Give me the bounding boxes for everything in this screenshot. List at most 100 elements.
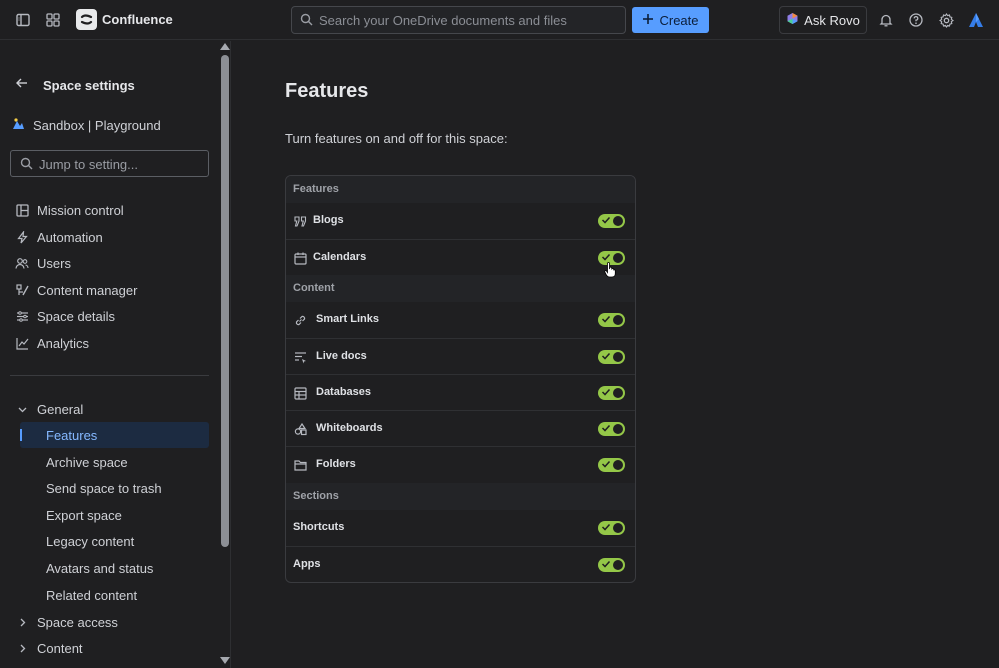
arrow-left-icon: [15, 76, 29, 95]
back-to-space-settings[interactable]: Space settings: [15, 76, 135, 95]
database-icon: [293, 386, 307, 400]
sidebar-item-analytics[interactable]: Analytics: [15, 332, 89, 354]
live-doc-icon: [293, 350, 307, 364]
app-name[interactable]: Confluence: [102, 12, 173, 27]
databases-toggle[interactable]: [598, 386, 625, 400]
sidebar-item-label: Content manager: [37, 282, 138, 298]
layout-icon: [15, 203, 29, 217]
jump-to-setting-input[interactable]: Jump to setting...: [10, 150, 209, 177]
hand-cursor-icon: [604, 262, 616, 283]
sidebar-scrollbar-thumb[interactable]: [221, 55, 229, 547]
gear-icon[interactable]: [936, 10, 956, 30]
sidebar-item-label: Automation: [37, 229, 103, 245]
feature-row-live-docs: Live docs: [286, 338, 635, 374]
smart-links-toggle[interactable]: [598, 313, 625, 327]
section-heading-content: Content: [286, 275, 635, 302]
help-icon[interactable]: [906, 10, 926, 30]
rovo-icon: [786, 12, 799, 28]
sidebar-subitem-send-to-trash[interactable]: Send space to trash: [46, 481, 162, 496]
sidebar-group-label: Content: [37, 640, 83, 656]
scroll-down-arrow-icon[interactable]: [220, 657, 230, 664]
space-name: Sandbox | Playground: [33, 117, 161, 133]
feature-row-shortcuts: Shortcuts: [286, 510, 635, 546]
sidebar-item-space-details[interactable]: Space details: [15, 305, 115, 327]
active-item-indicator: [20, 429, 22, 441]
feature-row-databases: Databases: [286, 374, 635, 410]
sidebar-group-label: General: [37, 401, 84, 417]
feature-label: Live docs: [316, 350, 367, 362]
create-label: Create: [659, 12, 699, 28]
feature-label: Whiteboards: [316, 422, 383, 434]
bell-icon[interactable]: [876, 10, 896, 30]
feature-label: Folders: [316, 458, 356, 470]
sidebar-item-label: Mission control: [37, 202, 124, 218]
chart-line-icon: [15, 336, 29, 350]
sidebar-group-space-access[interactable]: Space access: [15, 611, 118, 633]
sidebar-subitem-related-content[interactable]: Related content: [46, 588, 137, 603]
section-heading-sections: Sections: [286, 483, 635, 510]
sidebar-subitem-export-space[interactable]: Export space: [46, 508, 122, 523]
search-icon: [300, 13, 313, 31]
confluence-logo-icon[interactable]: [76, 9, 97, 30]
space-name-link[interactable]: Sandbox | Playground: [12, 117, 161, 133]
sliders-icon: [15, 309, 29, 323]
live-docs-toggle[interactable]: [598, 350, 625, 364]
feature-row-blogs: Blogs: [286, 203, 635, 239]
chevron-right-icon: [15, 641, 29, 655]
feature-row-apps: Apps: [286, 546, 635, 582]
sidebar-item-label: Space details: [37, 308, 116, 324]
scroll-up-arrow-icon[interactable]: [220, 43, 230, 50]
sidebar-toggle-icon[interactable]: [13, 10, 33, 30]
sidebar-title: Space settings: [43, 78, 135, 93]
sidebar-group-content[interactable]: Content: [15, 637, 83, 659]
section-heading-features: Features: [286, 176, 635, 203]
blogs-toggle[interactable]: [598, 214, 625, 228]
sidebar-item-automation[interactable]: Automation: [15, 226, 103, 248]
feature-label: Apps: [293, 558, 321, 570]
atlassian-logo-icon[interactable]: [966, 10, 986, 30]
sidebar-subitem-features[interactable]: Features: [46, 428, 97, 443]
page-title: Features: [285, 80, 369, 102]
sidebar-subitem-archive-space[interactable]: Archive space: [46, 455, 128, 470]
sidebar-subitem-legacy-content[interactable]: Legacy content: [46, 534, 134, 549]
lightning-icon: [15, 230, 29, 244]
page-description: Turn features on and off for this space:: [285, 131, 508, 146]
sidebar-item-label: Users: [37, 255, 71, 271]
sidebar-item-users[interactable]: Users: [15, 252, 71, 274]
sidebar-group-general[interactable]: General: [15, 398, 83, 420]
plus-icon: [642, 13, 654, 28]
feature-label: Calendars: [313, 251, 367, 263]
content-manager-icon: [15, 283, 29, 297]
link-icon: [293, 313, 307, 327]
search-icon: [20, 157, 33, 175]
sidebar-group-label: Space access: [37, 614, 118, 630]
feature-label: Shortcuts: [293, 521, 345, 533]
top-navigation-bar: Confluence Search your OneDrive document…: [0, 0, 999, 40]
jump-placeholder: Jump to setting...: [39, 157, 138, 172]
quote-icon: [293, 214, 307, 228]
shortcuts-toggle[interactable]: [598, 521, 625, 535]
sidebar-item-mission-control[interactable]: Mission control: [15, 199, 124, 221]
feature-row-whiteboards: Whiteboards: [286, 410, 635, 446]
app-switcher-icon[interactable]: [43, 10, 63, 30]
feature-row-folders: Folders: [286, 446, 635, 482]
whiteboards-toggle[interactable]: [598, 422, 625, 436]
features-panel: Features Blogs Calendars Content Smart L…: [285, 175, 636, 583]
ask-rovo-button[interactable]: Ask Rovo: [779, 6, 867, 34]
feature-label: Smart Links: [316, 313, 379, 325]
folders-toggle[interactable]: [598, 458, 625, 472]
whiteboard-icon: [293, 422, 307, 436]
search-input[interactable]: Search your OneDrive documents and files: [291, 6, 626, 34]
calendar-icon: [293, 251, 307, 265]
sidebar-subitem-avatars-status[interactable]: Avatars and status: [46, 561, 153, 576]
chevron-down-icon: [15, 402, 29, 416]
feature-row-calendars: Calendars: [286, 239, 635, 275]
sidebar-item-label: Analytics: [37, 335, 90, 351]
people-icon: [15, 256, 29, 270]
chevron-right-icon: [15, 615, 29, 629]
feature-label: Databases: [316, 386, 372, 398]
create-button[interactable]: Create: [632, 7, 709, 33]
sidebar-item-content-manager[interactable]: Content manager: [15, 279, 137, 301]
apps-toggle[interactable]: [598, 558, 625, 572]
feature-row-smart-links: Smart Links: [286, 302, 635, 338]
